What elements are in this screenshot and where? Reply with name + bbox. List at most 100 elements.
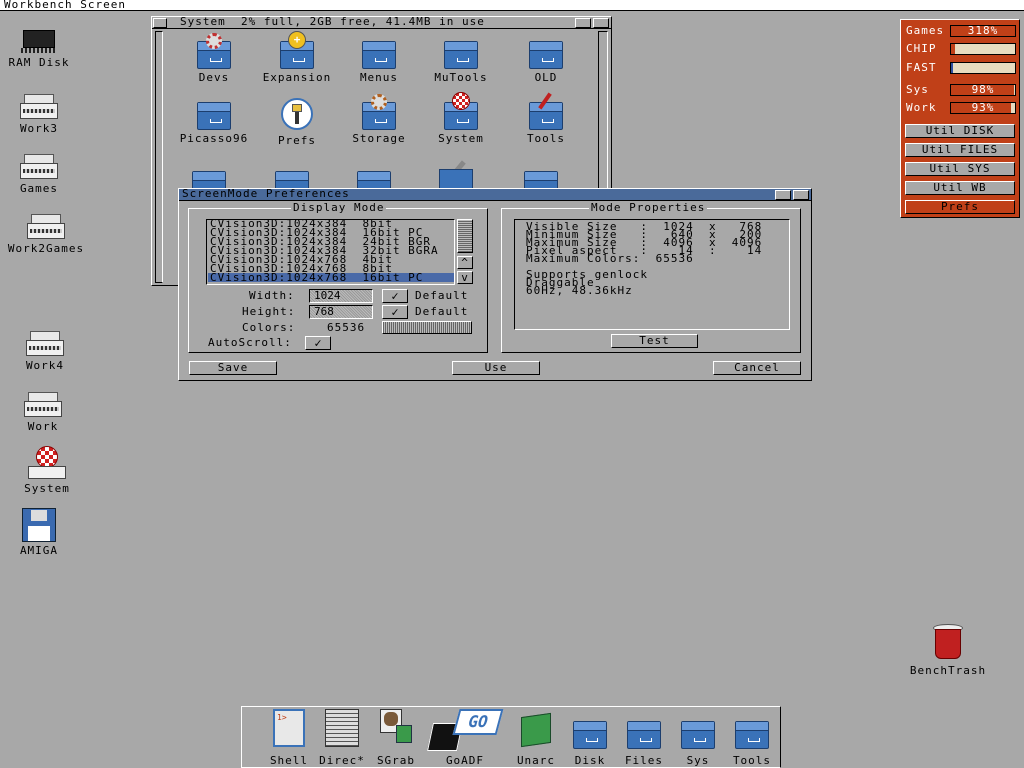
icon-label: AMIGA [19, 544, 59, 557]
dock-item-direc[interactable]: Direc* [315, 709, 369, 767]
close-gadget-icon[interactable] [153, 18, 167, 28]
cancel-button[interactable]: Cancel [713, 361, 801, 375]
drawer-old[interactable]: OLD [501, 37, 591, 84]
scroll-up-button[interactable]: ^ [457, 256, 473, 269]
desktop-icon-work3[interactable]: Work3 [0, 94, 84, 135]
meter-name: Work [906, 101, 937, 114]
drawer-expansion[interactable]: + Expansion [252, 31, 342, 84]
screen-title-bar[interactable]: Workbench Screen [0, 0, 1024, 11]
group-title: Mode Properties [589, 201, 708, 214]
dock-label: Shell [269, 754, 309, 767]
shell-icon: 1> [273, 709, 305, 747]
mode-list-item[interactable]: CVision3D:1024x768 16bit PC [208, 272, 454, 283]
mode-properties-group: Mode Properties Visible Size : 1024 x 76… [501, 202, 801, 353]
dock-item-files[interactable]: Files [617, 709, 671, 767]
dock-item-disk[interactable]: Disk [563, 709, 617, 767]
desktop-icon-benchtrash[interactable]: BenchTrash [902, 624, 994, 677]
gear-drawer-icon [360, 94, 398, 130]
desktop-icon-system[interactable]: System [2, 446, 92, 495]
icon-label: Expansion [262, 71, 332, 84]
dock-item-sys[interactable]: Sys [671, 709, 725, 767]
icon-label: MuTools [434, 71, 488, 84]
dock-bar: 1> Shell Direc* SGrab GO GoADF Unarc Dis… [241, 706, 781, 768]
meter-name: FAST [906, 61, 937, 74]
screen-title: Workbench Screen [4, 0, 126, 11]
prefs-switch-icon [278, 98, 316, 132]
dock-label: Disk [574, 754, 606, 767]
meter-name: CHIP [906, 42, 937, 55]
drawer-icon [195, 98, 233, 130]
scroll-down-button[interactable]: v [457, 271, 473, 284]
width-label: Width: [249, 289, 295, 302]
icon-label: BenchTrash [909, 664, 987, 677]
autoscroll-checkbox[interactable]: ✓ [305, 336, 331, 350]
hard-drive-icon [20, 94, 58, 120]
dock-item-goadf[interactable]: GO GoADF [425, 709, 505, 767]
desktop-icon-ram-disk[interactable]: RAM Disk [0, 28, 84, 69]
width-default-checkbox[interactable]: ✓ [382, 289, 408, 303]
depth-gadget-icon[interactable] [793, 190, 809, 200]
window-title-bar[interactable]: System 2% full, 2GB free, 41.4MB in use [152, 15, 611, 29]
monitor-button-util-sys[interactable]: Util SYS [905, 162, 1015, 176]
drawer-system[interactable]: System [416, 92, 506, 145]
group-title: Display Mode [291, 201, 387, 214]
depth-gadget-icon[interactable] [593, 18, 609, 28]
drawer-storage[interactable]: Storage [334, 94, 424, 145]
trashcan-icon [931, 624, 965, 662]
dock-item-sgrab[interactable]: SGrab [369, 709, 423, 767]
desktop-icon-amiga[interactable]: AMIGA [0, 508, 84, 557]
meter-bar: 93% [950, 102, 1016, 114]
height-default-checkbox[interactable]: ✓ [382, 305, 408, 319]
dock-item-tools[interactable]: Tools [725, 709, 779, 767]
screenmode-window[interactable]: ScreenMode Preferences Display Mode CVis… [178, 188, 812, 381]
meter-chip: CHIP [902, 42, 1018, 56]
test-button[interactable]: Test [611, 334, 698, 348]
dock-item-shell[interactable]: 1> Shell [262, 709, 316, 767]
save-button[interactable]: Save [189, 361, 277, 375]
monitor-button-util-files[interactable]: Util FILES [905, 143, 1015, 157]
list-scroll-knob[interactable] [457, 219, 473, 253]
hard-drive-icon [24, 392, 62, 418]
colors-value: 65536 [327, 321, 366, 334]
left-scrollbar[interactable] [155, 31, 163, 283]
window-title-bar[interactable]: ScreenMode Preferences [179, 187, 811, 201]
autoscroll-label: AutoScroll: [208, 336, 292, 349]
colors-slider[interactable] [382, 321, 472, 334]
drawer-tools[interactable]: Tools [501, 92, 591, 145]
screen-grab-icon [378, 709, 414, 747]
monitor-button-prefs[interactable]: Prefs [905, 200, 1015, 214]
window-title: ScreenMode Preferences [182, 187, 350, 200]
meter-bar [950, 62, 1016, 74]
height-field[interactable]: 768 [309, 305, 373, 319]
meter-value: 93% [971, 101, 995, 114]
dock-label: Tools [732, 754, 772, 767]
drawer-icon [360, 37, 398, 69]
drawer-menus[interactable]: Menus [334, 37, 424, 84]
monitor-button-util-disk[interactable]: Util DISK [905, 124, 1015, 138]
drawer-devs[interactable]: Devs [169, 33, 259, 84]
drawer-picasso96[interactable]: Picasso96 [169, 98, 259, 145]
desktop-icon-work2games[interactable]: Work2Games [1, 214, 91, 255]
boing-drawer-icon [442, 92, 480, 130]
drawer-prefs[interactable]: Prefs [252, 98, 342, 147]
icon-label: System [24, 482, 70, 495]
mode-list[interactable]: CVision3D:1024x384 8bit CVision3D:1024x38… [206, 219, 455, 285]
use-button[interactable]: Use [452, 361, 540, 375]
zoom-gadget-icon[interactable] [775, 190, 791, 200]
desktop-icon-games[interactable]: Games [0, 154, 84, 195]
zoom-gadget-icon[interactable] [575, 18, 591, 28]
desktop-icon-work4[interactable]: Work4 [0, 331, 90, 372]
drawer-icon [733, 717, 771, 749]
height-default-label: Default [415, 305, 469, 318]
width-field[interactable]: 1024 [309, 289, 373, 303]
icon-label: Games [19, 182, 59, 195]
dock-item-unarc[interactable]: Unarc [509, 709, 563, 767]
dock-label: Unarc [516, 754, 556, 767]
window-title: System 2% full, 2GB free, 41.4MB in use [180, 15, 485, 28]
desktop-icon-work[interactable]: Work [0, 392, 88, 433]
meter-fast: FAST [902, 61, 1018, 75]
monitor-button-util-wb[interactable]: Util WB [905, 181, 1015, 195]
meter-work: Work 93% [902, 101, 1018, 115]
drawer-mutools[interactable]: MuTools [416, 37, 506, 84]
meter-value: 318% [967, 24, 999, 37]
